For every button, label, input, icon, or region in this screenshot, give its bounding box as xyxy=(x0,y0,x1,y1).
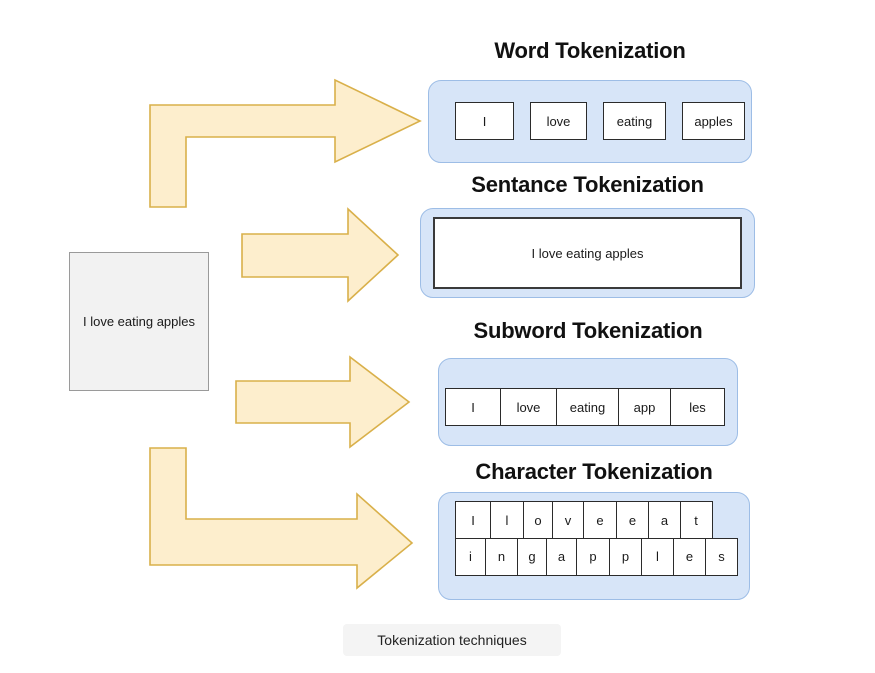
token-subword-0: I xyxy=(445,388,501,426)
token-subword-4: les xyxy=(670,388,725,426)
title-word-tokenization: Word Tokenization xyxy=(494,38,686,63)
token-row-word: I love eating apples xyxy=(455,102,745,140)
token-char-1-8: s xyxy=(705,537,738,576)
title-subword-tokenization: Subword Tokenization xyxy=(473,318,703,343)
token-subword-3: app xyxy=(617,388,672,426)
caption-label: Tokenization techniques xyxy=(377,632,527,648)
token-word-1: love xyxy=(530,102,587,140)
arrow-to-character-tokenization xyxy=(149,447,414,590)
token-sentence-0: I love eating apples xyxy=(433,217,742,289)
token-char-1-0: i xyxy=(455,537,486,576)
token-char-1-6: l xyxy=(641,537,674,576)
char-row-1: i n g a p p l e s xyxy=(455,537,738,576)
token-char-1-2: g xyxy=(517,537,547,576)
token-char-1-5: p xyxy=(608,537,643,576)
token-char-0-4: e xyxy=(583,501,617,539)
token-char-1-1: n xyxy=(484,537,519,576)
token-char-1-3: a xyxy=(545,537,578,576)
token-char-0-3: v xyxy=(551,501,585,539)
token-char-0-7: t xyxy=(679,501,713,539)
source-text-label: I love eating apples xyxy=(82,313,196,329)
token-char-1-4: p xyxy=(576,537,610,576)
token-char-1-7: e xyxy=(672,537,707,576)
token-word-2: eating xyxy=(603,102,666,140)
arrow-to-word-tokenization xyxy=(149,78,422,208)
char-grid: I l o v e e a t i n g a p p l e s xyxy=(455,501,738,576)
token-subword-2: eating xyxy=(556,388,619,426)
token-char-0-1: l xyxy=(489,501,525,539)
token-char-0-6: a xyxy=(648,501,681,539)
arrow-to-sentence-tokenization xyxy=(241,207,400,303)
token-row-subword: I love eating app les xyxy=(445,388,725,426)
char-row-0: I l o v e e a t xyxy=(455,501,738,539)
caption-box: Tokenization techniques xyxy=(343,624,561,656)
diagram-canvas: I love eating apples Word Tokenization I… xyxy=(0,0,875,673)
title-sentence-tokenization: Sentance Tokenization xyxy=(471,172,704,197)
title-character-tokenization: Character Tokenization xyxy=(475,459,713,484)
token-char-0-2: o xyxy=(523,501,553,539)
token-word-3: apples xyxy=(682,102,745,140)
token-subword-1: love xyxy=(499,388,558,426)
arrow-to-subword-tokenization xyxy=(235,355,411,449)
token-word-0: I xyxy=(455,102,514,140)
source-text-box: I love eating apples xyxy=(69,252,209,391)
token-char-0-5: e xyxy=(615,501,650,539)
token-char-0-0: I xyxy=(455,501,491,539)
